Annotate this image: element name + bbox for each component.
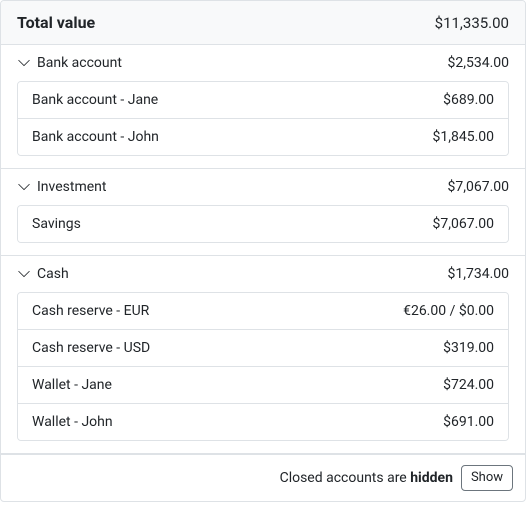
list-item[interactable]: Wallet - John $691.00 <box>18 404 508 440</box>
list-item[interactable]: Bank account - John $1,845.00 <box>18 119 508 155</box>
account-amount: $7,067.00 <box>432 216 494 232</box>
group-investment: Investment $7,067.00 Savings $7,067.00 <box>1 169 525 256</box>
group-amount: $2,534.00 <box>447 55 509 71</box>
list-item[interactable]: Cash reserve - EUR €26.00 / $0.00 <box>18 293 508 330</box>
group-header-cash[interactable]: Cash $1,734.00 <box>1 256 525 288</box>
account-amount: €26.00 / $0.00 <box>403 303 494 319</box>
account-amount: $689.00 <box>443 92 494 108</box>
total-amount: $11,335.00 <box>435 14 509 32</box>
show-closed-button[interactable]: Show <box>461 465 513 491</box>
account-label: Cash reserve - EUR <box>32 303 149 319</box>
group-header-bank-account[interactable]: Bank account $2,534.00 <box>1 45 525 77</box>
chevron-down-icon <box>17 267 31 281</box>
subitems: Cash reserve - EUR €26.00 / $0.00 Cash r… <box>17 292 509 441</box>
chevron-down-icon <box>17 56 31 70</box>
total-label: Total value <box>17 13 95 32</box>
account-amount: $724.00 <box>443 377 494 393</box>
group-title: Bank account <box>37 55 447 71</box>
list-item[interactable]: Cash reserve - USD $319.00 <box>18 330 508 367</box>
group-bank-account: Bank account $2,534.00 Bank account - Ja… <box>1 45 525 169</box>
account-label: Cash reserve - USD <box>32 340 150 356</box>
list-item[interactable]: Bank account - Jane $689.00 <box>18 82 508 119</box>
account-label: Bank account - John <box>32 129 159 145</box>
chevron-down-icon <box>17 180 31 194</box>
account-amount: $319.00 <box>443 340 494 356</box>
account-amount: $1,845.00 <box>432 129 494 145</box>
list-item[interactable]: Savings $7,067.00 <box>18 206 508 242</box>
account-label: Wallet - Jane <box>32 377 112 393</box>
total-row: Total value $11,335.00 <box>1 1 525 45</box>
group-amount: $7,067.00 <box>447 179 509 195</box>
account-label: Wallet - John <box>32 414 113 430</box>
closed-text-state: hidden <box>410 470 453 486</box>
closed-text-prefix: Closed accounts are <box>280 470 411 486</box>
group-cash: Cash $1,734.00 Cash reserve - EUR €26.00… <box>1 256 525 454</box>
accounts-panel: Total value $11,335.00 Bank account $2,5… <box>0 0 526 502</box>
group-amount: $1,734.00 <box>447 266 509 282</box>
account-label: Bank account - Jane <box>32 92 158 108</box>
subitems: Bank account - Jane $689.00 Bank account… <box>17 81 509 156</box>
list-item[interactable]: Wallet - Jane $724.00 <box>18 367 508 404</box>
group-title: Cash <box>37 266 447 282</box>
account-label: Savings <box>32 216 81 232</box>
group-title: Investment <box>37 179 447 195</box>
closed-accounts-text: Closed accounts are hidden <box>280 470 453 486</box>
closed-accounts-footer: Closed accounts are hidden Show <box>1 454 525 501</box>
group-header-investment[interactable]: Investment $7,067.00 <box>1 169 525 201</box>
account-amount: $691.00 <box>443 414 494 430</box>
subitems: Savings $7,067.00 <box>17 205 509 243</box>
